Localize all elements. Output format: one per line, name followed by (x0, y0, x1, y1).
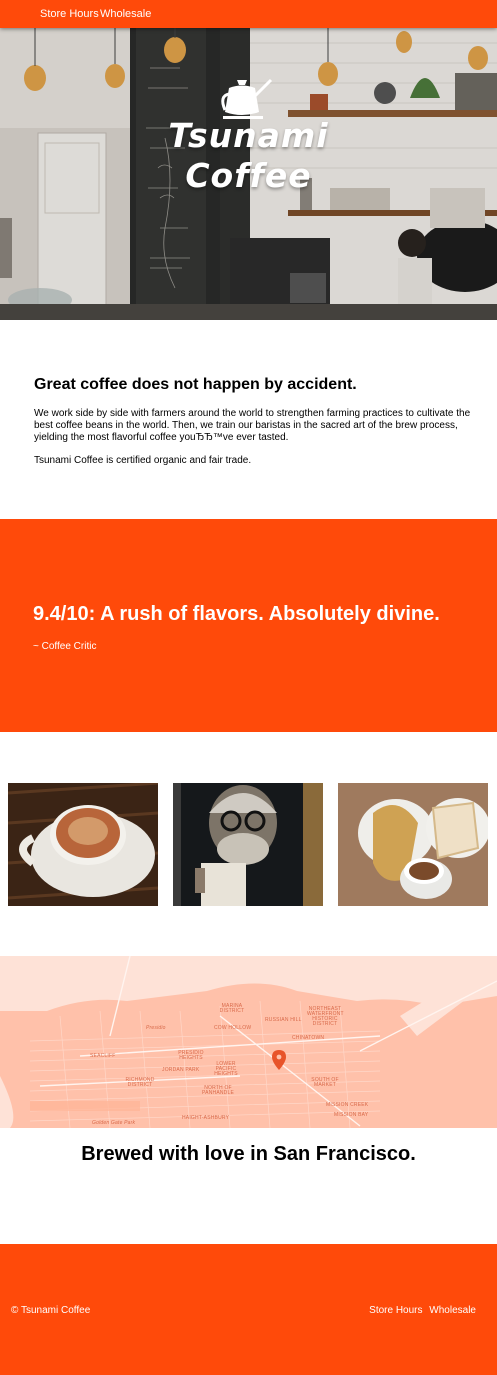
map-label-chinatown: CHINATOWN (292, 1035, 325, 1041)
about-heading: Great coffee does not happen by accident… (34, 376, 357, 393)
gallery-photo-breakfast (338, 783, 488, 906)
map-label-haight-ashbury: HAIGHT-ASHBURY (182, 1115, 230, 1121)
map-label-russian-hill: RUSSIAN HILL (265, 1017, 302, 1023)
map-streets (0, 956, 497, 1128)
map-pin-icon[interactable] (272, 1050, 286, 1070)
map-label-presidio: Presidio (146, 1025, 166, 1031)
footer-copyright: © Tsunami Coffee (11, 1305, 91, 1316)
review-quote-section: 9.4/10: A rush of flavors. Absolutely di… (0, 519, 497, 732)
footer: © Tsunami Coffee Store Hours Wholesale (0, 1244, 497, 1375)
map-label-lower-pacific-heights: LOWER PACIFIC HEIGHTS (214, 1061, 238, 1077)
map-label-mission-bay: MISSION BAY (334, 1112, 369, 1118)
footer-links: Store Hours Wholesale (369, 1305, 476, 1316)
gallery-photo-cappuccino (8, 783, 158, 906)
review-quote: 9.4/10: A rush of flavors. Absolutely di… (33, 603, 440, 625)
nav-link-store-hours[interactable]: Store Hours (40, 8, 99, 20)
gallery-photo-man-with-mug (173, 783, 323, 906)
location-heading: Brewed with love in San Francisco. (81, 1143, 416, 1165)
map-label-seacliff: SEACLIFF (90, 1053, 116, 1059)
about-section: Great coffee does not happen by accident… (34, 376, 484, 478)
logo-wordmark: Tsunami Coffee (0, 116, 497, 196)
location-map[interactable]: MARINA DISTRICT RUSSIAN HILL NORTHEAST W… (0, 956, 497, 1128)
footer-link-store-hours[interactable]: Store Hours (369, 1305, 422, 1316)
logo-line-2: Coffee (185, 156, 312, 195)
nav-link-wholesale[interactable]: Wholesale (100, 8, 151, 20)
map-label-jordan-park: JORDAN PARK (162, 1067, 200, 1073)
map-label-south-of-market: SOUTH OF MARKET (311, 1077, 339, 1088)
hero-image: Tsunami Coffee (0, 28, 497, 320)
map-label-mission-creek: MISSION CREEK (326, 1102, 369, 1108)
map-label-marina: MARINA DISTRICT (219, 1003, 245, 1014)
map-label-presidio-heights: PRESIDIO HEIGHTS (178, 1050, 204, 1061)
map-label-richmond-district: RICHMOND DISTRICT (125, 1077, 155, 1088)
map-label-north-of-panhandle: NORTH OF PANHANDLE (202, 1085, 234, 1096)
map-label-cow-hollow: COW HOLLOW (214, 1025, 252, 1031)
map-label-golden-gate-park: Golden Gate Park (92, 1120, 136, 1126)
top-nav: Store Hours Wholesale (0, 0, 497, 28)
review-citation: ~ Coffee Critic (33, 641, 97, 652)
about-paragraph: We work side by side with farmers around… (34, 408, 471, 443)
map-label-northeast-waterfront: NORTHEAST WATERFRONT HISTORIC DISTRICT (307, 1006, 344, 1027)
footer-link-wholesale[interactable]: Wholesale (429, 1305, 476, 1316)
certification-paragraph: Tsunami Coffee is certified organic and … (34, 455, 252, 466)
logo-line-1: Tsunami (168, 116, 329, 155)
